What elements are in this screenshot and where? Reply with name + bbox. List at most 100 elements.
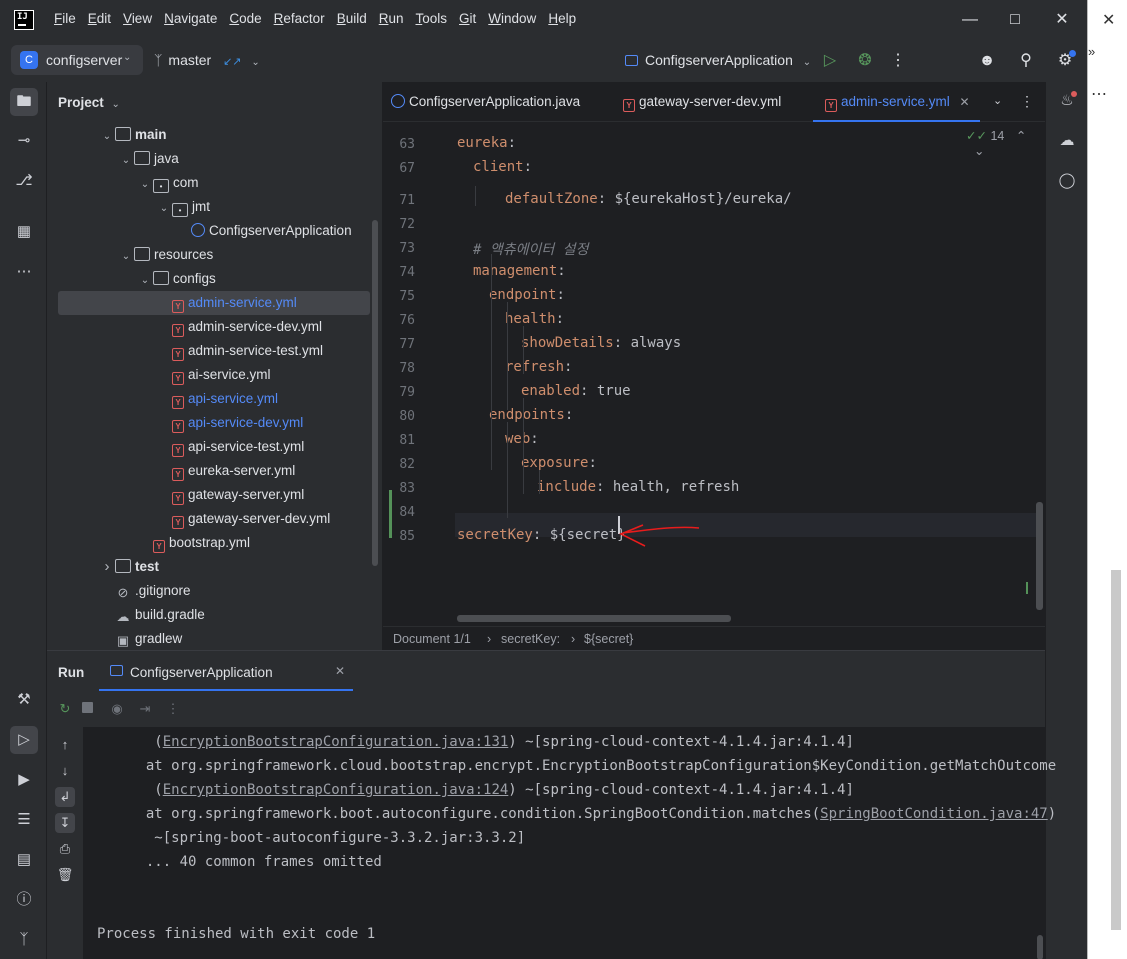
intellij-logo-icon[interactable]: IJ (14, 10, 34, 30)
tree-item[interactable]: ConfigserverApplication (175, 219, 352, 243)
tree-item[interactable]: Ygateway-server.yml (156, 483, 304, 507)
add-user-icon[interactable]: ☻ (976, 50, 998, 72)
problems-icon[interactable]: ⓘ (12, 888, 36, 912)
breadcrumb-value[interactable]: ${secret} (584, 632, 633, 646)
tree-item[interactable]: Yai-service.yml (156, 363, 271, 387)
line-number-gutter: 63 67 71 72 73 74 75 76 77 78 79 80 81 82 83 84 85 (383, 122, 455, 626)
menu-build[interactable]: Build (337, 11, 367, 26)
menu-tools[interactable]: Tools (416, 11, 448, 26)
run-tab[interactable]: ConfigserverApplication ✕ (99, 651, 353, 691)
more-actions-icon[interactable]: ⋮ (1020, 93, 1034, 110)
collapse-chevron-icon[interactable]: › (99, 555, 115, 579)
camera-icon[interactable]: ◉ (107, 699, 127, 719)
menu-window[interactable]: Window (488, 11, 536, 26)
rerun-icon[interactable]: ↻ (55, 699, 75, 719)
menu-edit[interactable]: Edit (88, 11, 111, 26)
project-panel-title[interactable]: Project ⌄ (58, 95, 120, 110)
pull-requests-icon[interactable]: ⎇ (12, 169, 36, 193)
inspection-widget[interactable]: ✓✓ 14 ⌃ ⌄ (966, 128, 1045, 158)
tree-item[interactable]: ⌄ configs (137, 267, 216, 291)
run-icon[interactable]: ▷ (819, 50, 841, 72)
tree-item[interactable]: Yadmin-service-test.yml (156, 339, 323, 363)
menu-view[interactable]: View (123, 11, 152, 26)
expand-chevron-icon[interactable]: ⌄ (99, 125, 115, 149)
layers-icon[interactable]: ☰ (12, 808, 36, 832)
breadcrumb-document[interactable]: Document 1/1 (393, 632, 471, 646)
tree-item[interactable]: Ybootstrap.yml (137, 531, 250, 555)
menu-file[interactable]: File (54, 11, 76, 26)
up-arrow-icon[interactable]: ↑ (55, 735, 75, 755)
project-folder-icon[interactable]: 🖿 (10, 88, 38, 116)
stacktrace-link[interactable]: EncryptionBootstrapConfiguration.java:12… (163, 782, 509, 798)
expand-chevron-icon[interactable]: ⌄ (118, 149, 134, 173)
close-tab-icon[interactable]: ✕ (335, 664, 345, 678)
minimize-icon[interactable]: — (958, 8, 982, 32)
services-icon[interactable]: ▶ (12, 768, 36, 792)
tree-item[interactable]: › test (99, 555, 160, 579)
close-window-icon[interactable]: ✕ (1050, 8, 1074, 32)
tab-gateway-server-dev[interactable]: Ygateway-server-dev.yml (623, 82, 781, 122)
run-tool-icon[interactable]: ▷ (10, 726, 38, 754)
menu-code[interactable]: Code (229, 11, 261, 26)
tree-item[interactable]: ⌄ main (99, 123, 167, 147)
tree-item[interactable]: ☁ build.gradle (99, 603, 205, 627)
more-tools-icon[interactable]: ⋯ (12, 260, 36, 284)
project-selector[interactable]: C configserver ⌄ (11, 45, 143, 75)
menu-help[interactable]: Help (548, 11, 576, 26)
expand-chevron-icon[interactable]: ⌄ (118, 245, 134, 269)
tree-item[interactable]: ⊘ .gitignore (99, 579, 191, 603)
git-icon[interactable]: ᛉ (12, 928, 36, 952)
soft-wrap-icon[interactable]: ↲ (55, 787, 75, 807)
maximize-icon[interactable]: □ (1003, 8, 1027, 32)
print-icon[interactable]: ⎙ (55, 839, 75, 859)
build-hammer-icon[interactable]: ⚒ (12, 688, 36, 712)
tree-item[interactable]: ⌄ resources (118, 243, 213, 267)
tree-item[interactable]: Yapi-service.yml (156, 387, 278, 411)
trash-icon[interactable]: 🗑 (55, 865, 75, 885)
more-actions-icon[interactable]: ⋮ (163, 699, 183, 719)
commit-icon[interactable]: ⊸ (12, 129, 36, 153)
scroll-to-end-icon[interactable]: ↧ (55, 813, 75, 833)
tree-item[interactable]: ⌄ java (118, 147, 179, 171)
vertical-scrollbar[interactable] (1036, 502, 1043, 610)
expand-chevron-icon[interactable]: ⌄ (137, 269, 153, 293)
scrollbar[interactable] (372, 220, 378, 566)
search-icon[interactable]: ⚲ (1015, 50, 1037, 72)
tree-item[interactable]: Yapi-service-test.yml (156, 435, 304, 459)
gradle-elephant-icon[interactable]: ☁ (1056, 130, 1078, 152)
terminal-icon[interactable]: ▤ (12, 848, 36, 872)
structure-icon[interactable]: ▦ (12, 220, 36, 244)
exit-icon[interactable]: ⇥ (135, 699, 155, 719)
more-actions-icon[interactable]: ⋮ (887, 50, 909, 72)
menu-refactor[interactable]: Refactor (274, 11, 325, 26)
down-arrow-icon[interactable]: ↓ (55, 761, 75, 781)
tree-item[interactable]: Yapi-service-dev.yml (156, 411, 303, 435)
horizontal-scrollbar[interactable] (457, 615, 731, 622)
tree-item[interactable]: Ygateway-server-dev.yml (156, 507, 330, 531)
tree-item[interactable]: ⌄ • com (137, 171, 199, 195)
changed-lines-marker[interactable] (389, 490, 392, 538)
run-config-selector[interactable]: ConfigserverApplication ⌄ (625, 52, 811, 68)
stacktrace-link[interactable]: EncryptionBootstrapConfiguration.java:13… (163, 734, 509, 750)
menu-navigate[interactable]: Navigate (164, 11, 217, 26)
tree-item[interactable]: Yadmin-service-dev.yml (156, 315, 322, 339)
stacktrace-link[interactable]: SpringBootCondition.java:47 (820, 806, 1048, 822)
tree-item[interactable]: ▣ gradlew (99, 627, 182, 650)
chevron-down-icon[interactable]: ⌄ (993, 94, 1002, 107)
menu-run[interactable]: Run (379, 11, 404, 26)
expand-chevron-icon[interactable]: ⌄ (156, 197, 172, 221)
branch-selector[interactable]: ᛉ master ↙↗ ⌄ (154, 52, 260, 68)
close-tab-icon[interactable]: ✕ (960, 95, 970, 109)
scrollbar[interactable] (1037, 935, 1043, 959)
tree-item[interactable]: Yadmin-service.yml (58, 291, 370, 315)
menu-git[interactable]: Git (459, 11, 476, 26)
expand-chevron-icon[interactable]: ⌄ (137, 173, 153, 197)
tree-item[interactable]: Yeureka-server.yml (156, 459, 295, 483)
tree-item[interactable]: ⌄ • jmt (156, 195, 210, 219)
ai-assistant-icon[interactable]: ◯ (1056, 170, 1078, 192)
tab-admin-service[interactable]: Yadmin-service.yml ✕ (813, 82, 980, 122)
breadcrumb-key[interactable]: secretKey: (501, 632, 560, 646)
tab-configserver-application[interactable]: ConfigserverApplication.java (391, 82, 580, 122)
debug-icon[interactable]: ❂ (854, 50, 876, 72)
stop-icon[interactable] (77, 699, 97, 719)
